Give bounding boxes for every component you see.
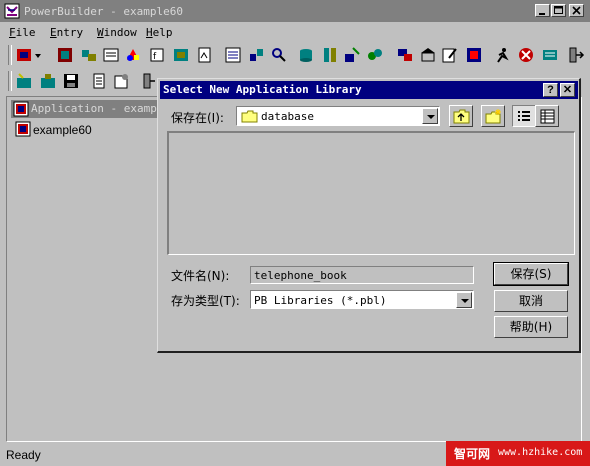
menu-help[interactable]: Help — [146, 26, 173, 39]
list-view-button[interactable] — [512, 105, 536, 127]
exit-painter-icon[interactable] — [541, 46, 559, 64]
chevron-down-icon[interactable] — [456, 292, 472, 308]
close-button[interactable] — [569, 4, 584, 17]
up-folder-icon — [453, 109, 470, 124]
powerbuilder-app-icon[interactable] — [4, 3, 20, 19]
menu-painter-icon[interactable] — [102, 46, 120, 64]
exit-icon[interactable] — [567, 46, 585, 64]
menu-entry[interactable]: Entry — [50, 26, 83, 39]
datawindow-icon[interactable] — [224, 46, 242, 64]
dialog-title-bar: Select New Application Library ? ✕ — [160, 81, 578, 99]
db-admin-icon[interactable] — [343, 46, 361, 64]
browser-icon[interactable] — [465, 46, 483, 64]
menu-window[interactable]: Window — [97, 26, 137, 39]
database-icon[interactable] — [297, 46, 315, 64]
help-button[interactable]: 帮助(H) — [494, 316, 568, 338]
painterbar: f — [0, 42, 590, 70]
filetype-label: 存为类型(T): — [171, 294, 240, 308]
application-icon — [15, 121, 31, 137]
dialog-help-button[interactable]: ? — [543, 83, 558, 97]
watermark-brand: 智可网 — [454, 447, 491, 461]
report-icon[interactable] — [196, 46, 214, 64]
create-library-icon[interactable] — [15, 72, 33, 90]
restore-button[interactable] — [551, 4, 566, 17]
cancel-button[interactable]: 取消 — [494, 290, 568, 312]
watermark-banner: 智可网 www.hzhike.com — [446, 441, 590, 466]
up-one-level-button[interactable] — [449, 105, 473, 127]
save-button[interactable]: 保存(S) — [493, 262, 569, 286]
select-library-dialog: Select New Application Library ? ✕ 保存在(I… — [157, 78, 581, 353]
new-folder-button[interactable] — [481, 105, 505, 127]
filename-input[interactable]: telephone_book — [250, 266, 474, 284]
list-view-icon — [518, 111, 530, 121]
dialog-close-button[interactable]: ✕ — [560, 83, 575, 97]
app-title: PowerBuilder - example60 — [24, 5, 183, 18]
properties-icon[interactable] — [113, 72, 131, 90]
toolbar-grip — [8, 45, 12, 65]
new-folder-icon — [485, 109, 501, 124]
tree-item-example60[interactable]: example60 — [33, 123, 92, 137]
filename-label: 文件名(N): — [171, 269, 230, 283]
open-library-icon[interactable] — [39, 72, 57, 90]
print-icon[interactable] — [90, 72, 108, 90]
minimize-button[interactable] — [535, 4, 550, 17]
menu-bar: File Entry Window Help — [0, 22, 590, 42]
structure-icon[interactable] — [124, 46, 142, 64]
dialog-title: Select New Application Library — [163, 83, 362, 96]
close-icon — [572, 6, 581, 15]
save-disk-icon[interactable] — [62, 72, 80, 90]
folder-icon — [241, 110, 258, 123]
db-profile-icon[interactable] — [321, 46, 339, 64]
look-in-label: 保存在(I): — [171, 111, 224, 125]
filetype-dropdown[interactable]: PB Libraries (*.pbl) — [250, 290, 474, 309]
window-painter-icon[interactable] — [56, 46, 74, 64]
project-icon[interactable] — [396, 46, 414, 64]
look-in-dropdown[interactable]: database — [236, 106, 440, 126]
file-list-pane[interactable] — [167, 131, 575, 255]
edit-icon[interactable] — [441, 46, 459, 64]
user-object-icon[interactable] — [80, 46, 98, 64]
watermark-url: www.hzhike.com — [498, 447, 583, 458]
library-icon[interactable] — [419, 46, 437, 64]
details-view-button[interactable] — [535, 105, 559, 127]
pipeline-icon[interactable] — [172, 46, 190, 64]
menu-file[interactable]: File — [9, 26, 36, 39]
application-icon — [13, 101, 29, 117]
restore-icon — [554, 6, 563, 14]
toolbar-grip — [8, 71, 12, 91]
data-pipeline-icon[interactable] — [366, 46, 384, 64]
minimize-icon — [539, 13, 545, 15]
debug-icon[interactable] — [517, 46, 535, 64]
search-library-icon[interactable] — [270, 46, 288, 64]
chevron-down-icon[interactable] — [422, 108, 438, 124]
dropdown-arrow-icon[interactable] — [33, 46, 43, 64]
status-text: Ready — [6, 448, 41, 462]
query-icon[interactable] — [248, 46, 266, 64]
app-title-bar: PowerBuilder - example60 — [0, 0, 590, 22]
run-icon[interactable] — [494, 46, 512, 64]
filetype-value: PB Libraries (*.pbl) — [254, 294, 387, 307]
application-icon[interactable] — [15, 46, 33, 64]
function-icon[interactable]: f — [148, 46, 166, 64]
look-in-value: database — [261, 110, 314, 123]
details-view-icon — [540, 109, 555, 124]
